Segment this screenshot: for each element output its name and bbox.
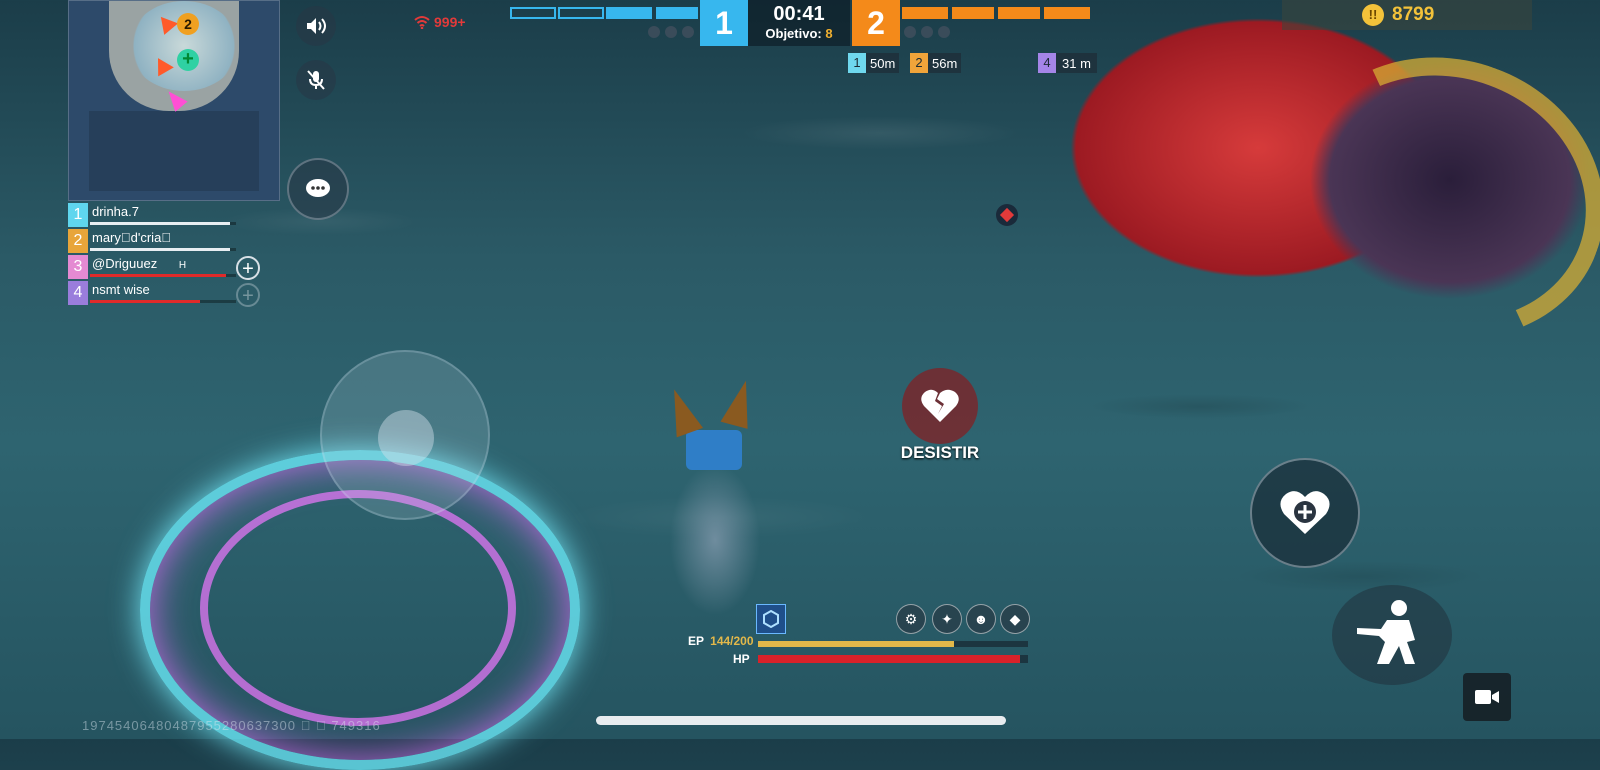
distance-slot: 4: [1038, 53, 1056, 73]
blue-team-score: 1: [700, 0, 748, 46]
blue-progress-segment: [510, 7, 556, 19]
objective-label: Objetivo:: [765, 26, 822, 41]
record-button[interactable]: [1463, 673, 1511, 721]
match-info: 00:41 Objetivo: 8: [748, 0, 850, 46]
crouch-button[interactable]: [1332, 585, 1452, 685]
orange-progress-segment: [952, 7, 994, 19]
blue-progress-segment: [606, 7, 652, 19]
hp-label: HP: [733, 652, 750, 666]
distance-value: 56m: [932, 55, 958, 71]
home-indicator[interactable]: [596, 716, 1006, 725]
member-hp-bar: [90, 222, 230, 225]
skill-mask-icon: ☻: [973, 611, 989, 627]
member-name: @Driguuez H: [92, 256, 186, 271]
team-member-1: 1 drinha.7: [68, 203, 236, 227]
skill-gear-icon: ⚙: [904, 610, 918, 627]
joystick-thumb[interactable]: [378, 410, 434, 466]
coin-amount: 8799: [1392, 4, 1435, 25]
team-member-3: 3 @Driguuez H: [68, 255, 236, 279]
portal-inner-ring: [200, 490, 516, 726]
heart-plus-icon: [1280, 491, 1330, 534]
member-name-text: @Driguuez: [92, 256, 158, 271]
passive-skill-1[interactable]: ⚙: [896, 604, 926, 634]
teammate-distance-4: 4 31 m: [1038, 53, 1097, 73]
member-slot: 3: [68, 255, 88, 279]
passive-skill-3[interactable]: ☻: [966, 604, 996, 634]
enemy-marker-icon: [996, 204, 1018, 226]
minimap-terrain: [89, 111, 259, 191]
teammate-distance-2: 2 56m: [910, 53, 962, 73]
coin-icon: !!: [1362, 4, 1384, 26]
orange-progress-segment: [902, 7, 948, 19]
give-up-button[interactable]: [902, 368, 978, 444]
ep-bar-fill: [758, 641, 954, 647]
member-hp-bar: [90, 274, 226, 277]
blue-progress-segment: [656, 7, 698, 19]
distance-slot: 2: [910, 53, 928, 73]
member-hp-bar: [90, 248, 230, 251]
distance-value: 31 m: [1062, 55, 1091, 71]
skill-diamond-icon: ◆: [1009, 610, 1021, 627]
ep-label: EP: [688, 634, 704, 648]
member-name: mary d'cria : [92, 230, 172, 245]
heal-button[interactable]: [1250, 458, 1360, 568]
blue-kill-dots: [648, 26, 694, 38]
team-member-4: 4 nsmt wise: [68, 281, 236, 305]
active-skill-slot[interactable]: [756, 604, 786, 634]
member-slot: 2: [68, 229, 88, 253]
skill-cube-icon: [763, 610, 779, 628]
member-hp-bar: [90, 300, 200, 303]
orange-kill-dots: [904, 26, 950, 38]
chat-bubble-icon: [306, 179, 330, 197]
add-friend-button[interactable]: +: [236, 256, 260, 280]
member-slot: 1: [68, 203, 88, 227]
video-camera-icon: [1475, 690, 1499, 704]
blue-progress-segment: [558, 7, 604, 19]
orange-team-score: 2: [852, 0, 900, 46]
broken-heart-icon: [921, 389, 959, 422]
coin-balance: !! 8799: [1282, 0, 1532, 30]
member-name-suffix: H: [178, 260, 187, 271]
give-up-label: DESISTIR: [900, 443, 980, 462]
objective-value: 8: [825, 26, 833, 41]
match-timer: 00:41: [773, 3, 825, 25]
passive-skill-2[interactable]: ✦: [932, 604, 962, 634]
hp-bar-fill: [758, 655, 1020, 663]
ep-row: EP 144/200: [688, 634, 754, 648]
add-friend-button-disabled[interactable]: +: [236, 283, 260, 307]
member-slot: 4: [68, 281, 88, 305]
passive-skill-4[interactable]: ◆: [1000, 604, 1030, 634]
crouch-soldier-icon: [1357, 600, 1415, 664]
distance-value: 50m: [870, 55, 896, 71]
objective-row: Objetivo: 8: [748, 26, 850, 41]
member-name: nsmt wise: [92, 282, 150, 297]
player-backpack: [686, 430, 742, 470]
minimap-medkit-icon: +: [177, 49, 199, 71]
orange-progress-segment: [1044, 7, 1090, 19]
player-id-watermark: 19745406480487955280637300     749316: [82, 718, 381, 733]
team-member-2: 2 mary d'cria : [68, 229, 236, 253]
mic-off-icon: [307, 70, 325, 90]
orange-progress-segment: [998, 7, 1040, 19]
chat-button[interactable]: [287, 158, 349, 220]
teammate-distance-1: 1 50m: [848, 53, 900, 73]
skill-wing-icon: ✦: [941, 610, 953, 627]
member-name: drinha.7: [92, 204, 139, 219]
ep-value: 144/200: [710, 634, 754, 648]
microphone-button[interactable]: [296, 60, 336, 100]
distance-slot: 1: [848, 53, 866, 73]
